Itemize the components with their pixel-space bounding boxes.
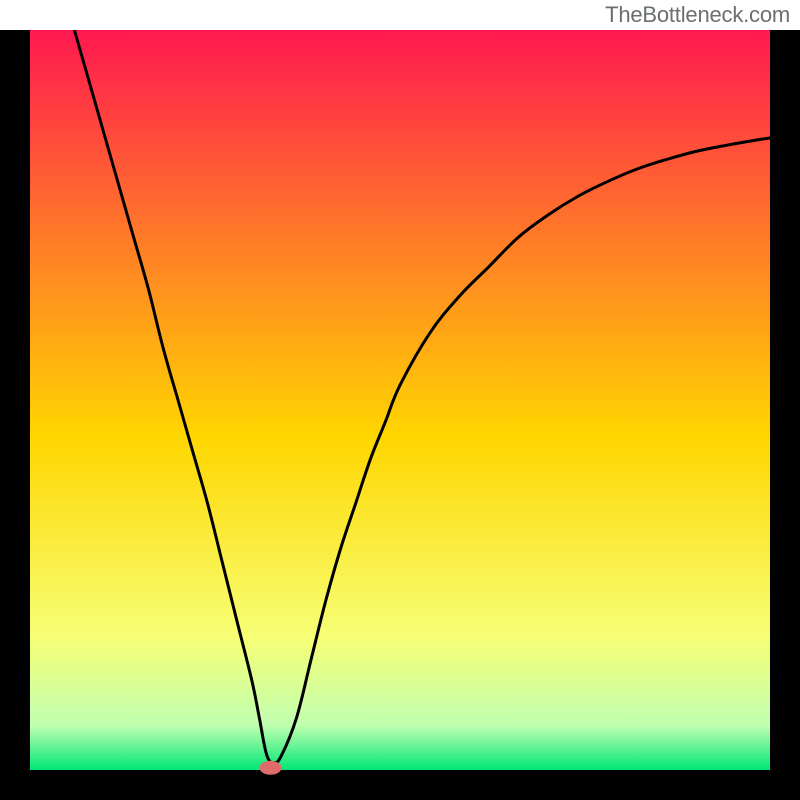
watermark-text: TheBottleneck.com bbox=[605, 2, 790, 28]
bottleneck-chart bbox=[0, 30, 800, 800]
plot-area bbox=[30, 30, 770, 770]
watermark-bar: TheBottleneck.com bbox=[0, 0, 800, 30]
optimum-marker bbox=[260, 761, 282, 775]
